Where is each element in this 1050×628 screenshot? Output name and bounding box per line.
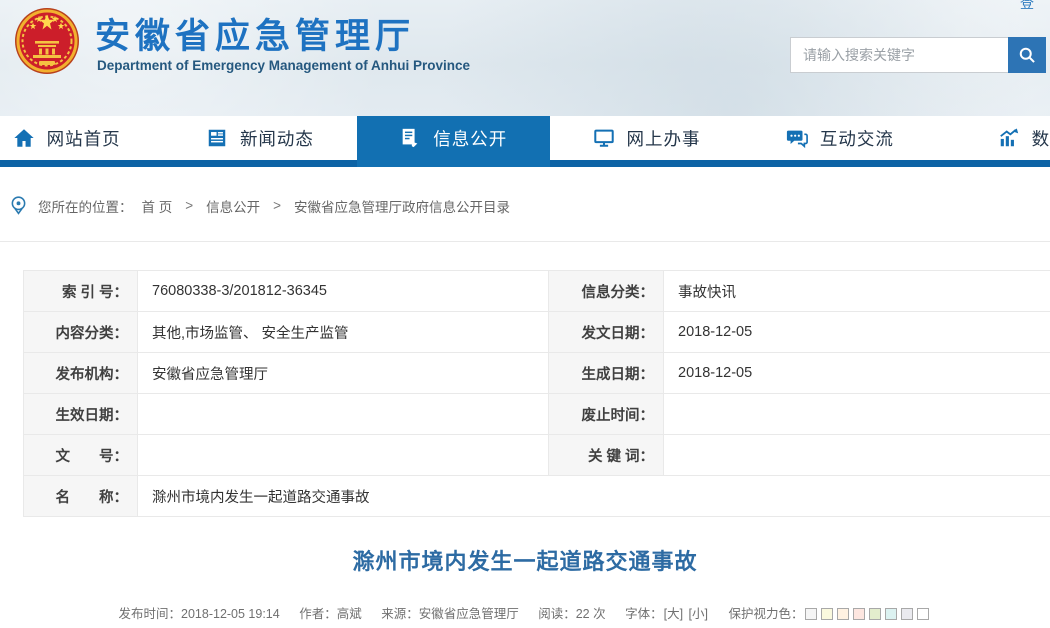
chart-icon: [998, 127, 1020, 149]
nav-item-label: 信息公开: [433, 126, 507, 151]
table-row: 内容分类： 其他,市场监管、 安全生产监管 发文日期： 2018-12-05: [24, 312, 1050, 353]
nav-item-news[interactable]: 新闻动态: [163, 116, 356, 167]
eye-color-swatch[interactable]: [805, 608, 817, 620]
field-value: 2018-12-05: [664, 353, 1050, 394]
search-input[interactable]: [790, 37, 1008, 73]
breadcrumb-info-link[interactable]: 信息公开: [206, 196, 260, 216]
field-value: [664, 435, 1050, 476]
field-value: 76080338-3/201812-36345: [138, 271, 549, 312]
eye-protection-label: 保护视力色：: [728, 607, 803, 621]
nav-item-label: 数据: [1032, 126, 1050, 151]
field-label: 关 键 词：: [549, 435, 664, 476]
nav-item-home[interactable]: 网站首页: [0, 116, 163, 167]
site-title: 安徽省应急管理厅: [95, 8, 415, 59]
breadcrumb-catalog-link[interactable]: 安徽省应急管理厅政府信息公开目录: [294, 196, 510, 216]
breadcrumb-separator: >: [273, 198, 281, 213]
field-label: 发文日期：: [549, 312, 664, 353]
breadcrumb-home-link[interactable]: 首 页: [142, 196, 173, 216]
source: 来源：安徽省应急管理厅: [381, 607, 519, 621]
search-icon: [1017, 45, 1037, 65]
field-value: 2018-12-05: [664, 312, 1050, 353]
font-small-button[interactable]: [小]: [689, 607, 708, 621]
site-header: 安徽省应急管理厅 Department of Emergency Managem…: [0, 0, 1050, 116]
font-size-label: 字体：: [625, 607, 663, 621]
field-label: 废止时间：: [549, 394, 664, 435]
read-count: 阅读：22 次: [538, 607, 605, 621]
eye-protection-control: 保护视力色：: [728, 607, 931, 621]
document-icon: [399, 127, 421, 149]
field-value: [138, 394, 549, 435]
field-label: 索 引 号：: [24, 271, 138, 312]
table-row: 生效日期： 废止时间：: [24, 394, 1050, 435]
search-button[interactable]: [1008, 37, 1046, 73]
nav-item-info-disclosure[interactable]: 信息公开: [357, 116, 550, 167]
document-info-table: 索 引 号： 76080338-3/201812-36345 信息分类： 事故快…: [23, 270, 1050, 517]
eye-color-swatch[interactable]: [869, 608, 881, 620]
login-link[interactable]: 登: [1020, 0, 1034, 13]
national-emblem-logo: [13, 6, 81, 78]
field-label: 发布机构：: [24, 353, 138, 394]
article-title: 滁州市境内发生一起道路交通事故: [0, 544, 1050, 576]
table-row: 名 称： 滁州市境内发生一起道路交通事故: [24, 476, 1050, 517]
publish-time: 发布时间：2018-12-05 19:14: [119, 607, 280, 621]
eye-color-swatch[interactable]: [853, 608, 865, 620]
chat-icon: [786, 127, 808, 149]
search-bar: [790, 37, 1046, 73]
eye-color-swatch[interactable]: [821, 608, 833, 620]
field-label: 生效日期：: [24, 394, 138, 435]
nav-item-label: 网站首页: [47, 126, 121, 151]
nav-item-label: 互动交流: [820, 126, 894, 151]
font-size-control: 字体：[大] [小]: [625, 607, 709, 621]
eye-color-swatch[interactable]: [837, 608, 849, 620]
field-value: 安徽省应急管理厅: [138, 353, 549, 394]
home-icon: [13, 127, 35, 149]
field-label: 生成日期：: [549, 353, 664, 394]
nav-item-online-services[interactable]: 网上办事: [550, 116, 743, 167]
monitor-icon: [593, 127, 615, 149]
breadcrumb-separator: >: [185, 198, 193, 213]
news-icon: [206, 127, 228, 149]
article-meta: 发布时间：2018-12-05 19:14 作者：高斌 来源：安徽省应急管理厅 …: [0, 603, 1050, 622]
breadcrumb-prefix: 您所在的位置：: [38, 196, 133, 216]
field-value: 滁州市境内发生一起道路交通事故: [138, 476, 1050, 517]
eye-color-swatch[interactable]: [885, 608, 897, 620]
field-label: 内容分类：: [24, 312, 138, 353]
breadcrumb: 您所在的位置： 首 页 > 信息公开 > 安徽省应急管理厅政府信息公开目录: [0, 167, 1050, 242]
field-value: [138, 435, 549, 476]
nav-item-label: 新闻动态: [240, 126, 314, 151]
table-row: 发布机构： 安徽省应急管理厅 生成日期： 2018-12-05: [24, 353, 1050, 394]
field-value: 其他,市场监管、 安全生产监管: [138, 312, 549, 353]
eye-color-swatch[interactable]: [901, 608, 913, 620]
field-label: 文 号：: [24, 435, 138, 476]
nav-item-data[interactable]: 数据: [936, 116, 1050, 167]
field-label: 信息分类：: [549, 271, 664, 312]
field-value: 事故快讯: [664, 271, 1050, 312]
table-row: 文 号： 关 键 词：: [24, 435, 1050, 476]
main-nav: 网站首页 新闻动态: [0, 116, 1050, 167]
nav-item-label: 网上办事: [627, 126, 701, 151]
nav-item-interaction[interactable]: 互动交流: [743, 116, 936, 167]
eye-color-swatch[interactable]: [917, 608, 929, 620]
table-row: 索 引 号： 76080338-3/201812-36345 信息分类： 事故快…: [24, 271, 1050, 312]
font-large-button[interactable]: [大]: [664, 607, 683, 621]
field-label: 名 称：: [24, 476, 138, 517]
field-value: [664, 394, 1050, 435]
site-subtitle: Department of Emergency Management of An…: [97, 58, 470, 73]
location-pin-icon: [8, 195, 29, 216]
author: 作者：高斌: [299, 607, 362, 621]
